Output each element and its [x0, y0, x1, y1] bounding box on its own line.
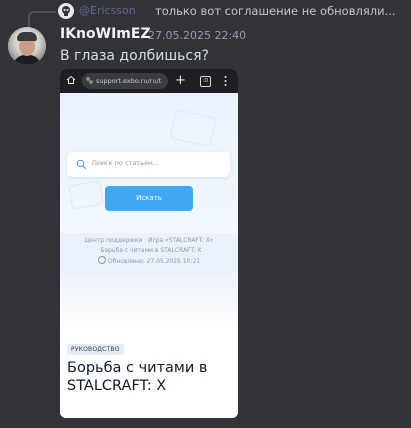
breadcrumb: Центр поддержки · Игра «STALCRAFT: X» · … [60, 233, 238, 273]
skull-icon [62, 6, 70, 16]
clock-icon [97, 256, 106, 264]
home-icon [66, 75, 76, 84]
search-placeholder: Поиск по статьям... [92, 159, 159, 167]
more-menu-icon [224, 76, 227, 86]
article-badge: РУКОВОДСТВО [67, 344, 124, 355]
updated-text: Обновлено: 27.05.2025 10:21 [107, 258, 201, 265]
search-button: Искать [105, 186, 193, 211]
search-icon [76, 159, 87, 170]
browser-toolbar: support.exbo.ru/ru/t + :D [60, 69, 238, 93]
message-timestamp: 27.05.2025 22:40 [148, 29, 247, 42]
article-title: Борьба с читами в STALCRAFT: X [67, 360, 208, 394]
reply-preview[interactable]: @Ericsson только вот соглашение не обнов… [28, 2, 411, 29]
reply-text[interactable]: только вот соглашение не обновляли... [155, 4, 411, 18]
address-url: support.exbo.ru/ru/t [96, 77, 162, 85]
help-hero: Поиск по статьям... Искать [60, 93, 238, 233]
article-header: РУКОВОДСТВО Борьба с читами в STALCRAFT:… [60, 273, 238, 418]
reply-avatar[interactable] [58, 3, 74, 19]
breadcrumb-line-2: · Борьба с читами в STALCRAFT: X [96, 247, 202, 254]
address-bar: support.exbo.ru/ru/t [82, 73, 168, 89]
attached-screenshot[interactable]: support.exbo.ru/ru/t + :D Поиск по стать… [60, 69, 238, 418]
search-field: Поиск по статьям... [67, 152, 230, 177]
tab-switcher-icon: :D [200, 76, 211, 87]
reply-author[interactable]: @Ericsson [79, 4, 136, 17]
updated-date: Обновлено: 27.05.2025 10:21 [60, 256, 238, 267]
new-tab-icon: + [175, 73, 186, 88]
username[interactable]: IKnoWImEZ [60, 26, 151, 42]
avatar[interactable] [8, 27, 46, 65]
breadcrumb-line-1: Центр поддержки · Игра «STALCRAFT: X» [84, 237, 214, 244]
site-settings-icon [86, 77, 93, 84]
message-text: В глаза долбишься? [60, 48, 209, 64]
